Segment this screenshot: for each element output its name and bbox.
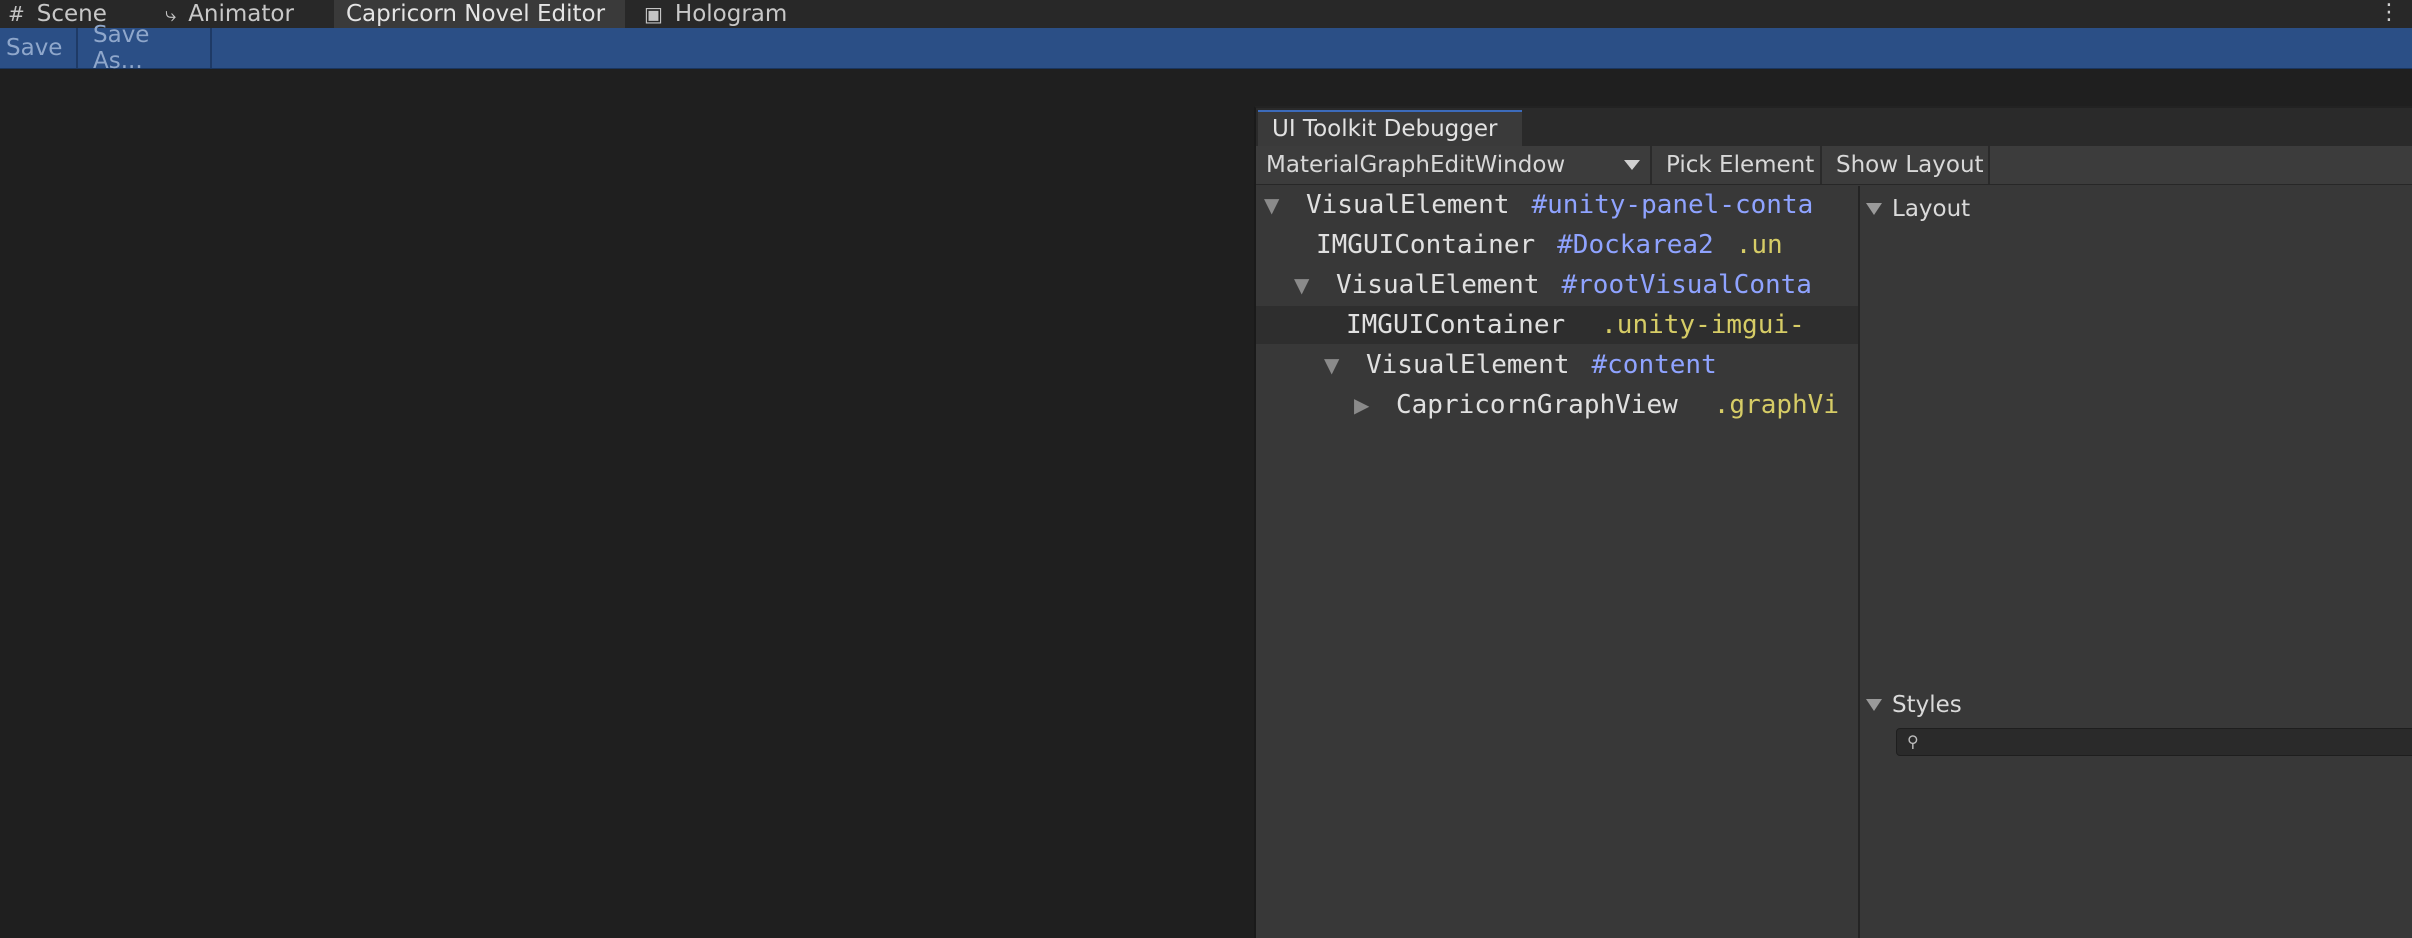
- element-id: #rootVisualConta: [1561, 270, 1812, 300]
- tab-label: Capricorn Novel Editor: [346, 1, 606, 27]
- element-id: #unity-panel-conta: [1531, 190, 1814, 220]
- chevron-down-icon: [1624, 160, 1640, 170]
- element-type: IMGUIContainer: [1316, 230, 1536, 260]
- element-class: .unity-imgui-: [1601, 310, 1805, 340]
- show-layout-toggle[interactable]: Show Layout: [1824, 146, 1990, 184]
- element-id: #Dockarea2: [1557, 230, 1714, 260]
- tab-label: Hologram: [674, 1, 788, 27]
- element-type: IMGUIContainer: [1346, 310, 1566, 340]
- collapse-arrow-icon[interactable]: ▶: [1354, 393, 1376, 417]
- element-class: .un: [1735, 230, 1783, 260]
- more-options-icon[interactable]: ⋮: [2378, 0, 2400, 25]
- section-label: Styles: [1892, 692, 1962, 718]
- editor-toolbar: Save Save As...: [0, 22, 2412, 74]
- tab-capricorn-novel-editor[interactable]: Capricorn Novel Editor: [334, 0, 625, 28]
- tree-row-selected[interactable]: IMGUIContainer .unity-imgui-: [1256, 306, 1858, 344]
- hologram-icon: ▣: [644, 2, 663, 26]
- tree-row[interactable]: ▼ VisualElement #rootVisualConta: [1256, 266, 1858, 304]
- expand-arrow-icon[interactable]: ▼: [1324, 353, 1346, 377]
- section-label: Layout: [1892, 196, 1971, 222]
- save-button[interactable]: Save: [0, 28, 78, 68]
- expand-arrow-icon: [1866, 699, 1882, 711]
- element-inspector: Layout Styles ⚲: [1860, 186, 2412, 938]
- element-type: CapricornGraphView: [1396, 390, 1678, 420]
- element-id: #content: [1591, 350, 1717, 380]
- tree-row[interactable]: ▶ CapricornGraphView .graphVi: [1256, 386, 1858, 424]
- element-type: VisualElement: [1336, 270, 1540, 300]
- debugger-titlebar: UI Toolkit Debugger: [1256, 108, 2412, 146]
- visual-tree: ▼ VisualElement #unity-panel-conta IMGUI…: [1256, 186, 1858, 938]
- pick-element-button[interactable]: Pick Element: [1654, 146, 1822, 184]
- search-icon: ⚲: [1907, 732, 1919, 751]
- styles-section-header[interactable]: Styles: [1866, 692, 1962, 718]
- styles-search-input[interactable]: ⚲: [1896, 728, 2412, 756]
- tab-hologram[interactable]: ▣ Hologram: [644, 0, 787, 28]
- window-dropdown-value: MaterialGraphEditWindow: [1266, 152, 1566, 178]
- expand-arrow-icon: [1866, 203, 1882, 215]
- editor-tab-bar: # Scene ⤷ Animator Capricorn Novel Edito…: [0, 0, 2412, 28]
- element-class: .graphVi: [1713, 390, 1839, 420]
- expand-arrow-icon[interactable]: ▼: [1264, 193, 1286, 217]
- ui-toolkit-debugger-window: UI Toolkit Debugger MaterialGraphEditWin…: [1254, 106, 2412, 938]
- window-dropdown[interactable]: MaterialGraphEditWindow: [1256, 146, 1652, 184]
- element-type: VisualElement: [1306, 190, 1510, 220]
- expand-arrow-icon[interactable]: ▼: [1294, 273, 1316, 297]
- save-as-button[interactable]: Save As...: [84, 22, 212, 74]
- debugger-toolbar: MaterialGraphEditWindow Pick Element Sho…: [1256, 146, 2412, 185]
- grid-icon: #: [8, 2, 25, 26]
- debugger-tab[interactable]: UI Toolkit Debugger: [1258, 110, 1522, 146]
- tree-row[interactable]: ▼ VisualElement #content: [1256, 346, 1858, 384]
- layout-section-header[interactable]: Layout: [1866, 196, 1970, 222]
- tree-row[interactable]: ▼ VisualElement #unity-panel-conta: [1256, 186, 1858, 224]
- tree-row[interactable]: IMGUIContainer #Dockarea2 .un: [1256, 226, 1858, 264]
- tab-label: Animator: [188, 1, 294, 27]
- element-type: VisualElement: [1366, 350, 1570, 380]
